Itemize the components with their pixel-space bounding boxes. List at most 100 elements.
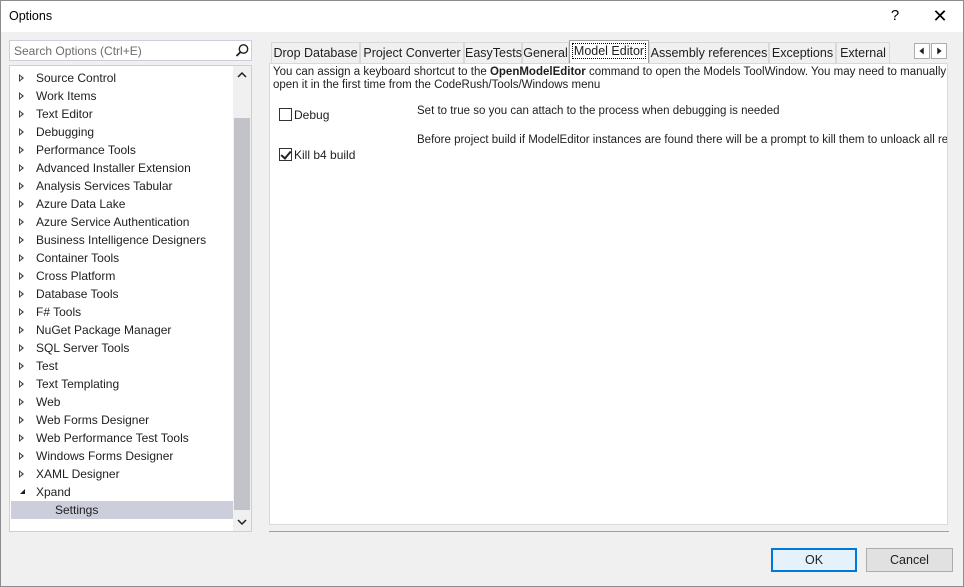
tree-item[interactable]: SQL Server Tools [11,339,233,357]
expand-arrow-icon[interactable] [19,146,24,154]
expand-arrow-icon[interactable] [19,326,24,334]
expand-arrow-icon[interactable] [19,380,24,388]
panel-description: You can assign a keyboard shortcut to th… [273,66,947,91]
tab-label: EasyTests [465,46,522,60]
tab-assembly-references[interactable]: Assembly references [649,42,769,63]
ok-button[interactable]: OK [771,548,857,572]
tree-item-label: Web Performance Test Tools [36,431,189,445]
tree-item[interactable]: Text Editor [11,105,233,123]
expand-arrow-icon[interactable] [19,128,24,136]
search-icon[interactable] [233,42,251,60]
tree-item[interactable]: Work Items [11,87,233,105]
tree-item-label: Performance Tools [36,143,136,157]
tab-label: Project Converter [363,46,461,60]
tree-item[interactable]: Business Intelligence Designers [11,231,233,249]
tab-easytests[interactable]: EasyTests [464,42,522,63]
tree-item-label: Analysis Services Tabular [36,179,173,193]
tree-item[interactable]: Test [11,357,233,375]
tree-item-label: Web [36,395,61,409]
tree-item-label: Azure Data Lake [36,197,126,211]
tree-item-label: Container Tools [36,251,120,265]
expand-arrow-icon[interactable] [19,452,24,460]
tree-item[interactable]: Web Performance Test Tools [11,429,233,447]
search-input[interactable] [10,41,230,60]
tree-item[interactable]: Database Tools [11,285,233,303]
search-box [9,40,252,61]
collapse-arrow-icon[interactable] [20,489,25,494]
tree-item[interactable]: Azure Data Lake [11,195,233,213]
tab-model-editor[interactable]: Model Editor [569,40,649,63]
kill-b4-build-checkbox[interactable] [279,148,292,161]
tree-item-label: Cross Platform [36,269,116,283]
tree-item[interactable]: Xpand [11,483,233,501]
tree-item[interactable]: Performance Tools [11,141,233,159]
tree-scrollbar[interactable] [233,66,251,531]
tree-item[interactable]: Web Forms Designer [11,411,233,429]
expand-arrow-icon[interactable] [19,434,24,442]
title-bar: Options ? ✕ [1,1,963,32]
tree-item[interactable]: Source Control [11,69,233,87]
tab-external[interactable]: External [836,42,890,63]
expand-arrow-icon[interactable] [19,92,24,100]
tree-item-label: Source Control [36,71,117,85]
debug-label[interactable]: Debug [294,108,329,122]
tree-item[interactable]: XAML Designer [11,465,233,483]
tree-item-label: Database Tools [36,287,119,301]
tree-item[interactable]: Windows Forms Designer [11,447,233,465]
options-tree[interactable]: Settings Xpand XAML Designer Windows Forms … [9,65,252,532]
tree-item[interactable]: Container Tools [11,249,233,267]
cancel-button[interactable]: Cancel [866,548,953,572]
expand-arrow-icon[interactable] [19,470,24,478]
tab-drop-database[interactable]: Drop Database [271,42,360,63]
expand-arrow-icon[interactable] [19,254,24,262]
expand-arrow-icon[interactable] [19,110,24,118]
scroll-thumb[interactable] [234,118,250,510]
expand-arrow-icon[interactable] [19,416,24,424]
tab-label: Model Editor [571,43,647,59]
tab-general[interactable]: General [522,42,569,63]
tree-item[interactable]: Web [11,393,233,411]
tree-item-label: Text Editor [36,107,93,121]
expand-arrow-icon[interactable] [19,236,24,244]
command-name: OpenModelEditor [489,66,586,78]
footer-separator [269,531,949,532]
tree-item-label: XAML Designer [36,467,120,481]
tree-item[interactable]: F# Tools [11,303,233,321]
tree-item[interactable]: Advanced Installer Extension [11,159,233,177]
close-button[interactable]: ✕ [918,1,962,32]
kill-b4-build-label[interactable]: Kill b4 build [294,148,355,162]
tree-item[interactable]: NuGet Package Manager [11,321,233,339]
tree-item-label: Debugging [36,125,95,139]
expand-arrow-icon[interactable] [19,290,24,298]
tree-item[interactable]: Azure Service Authentication [11,213,233,231]
tree-item-label: Xpand [36,485,71,499]
tab-scroll-left-icon[interactable] [914,43,930,59]
tree-item[interactable]: Analysis Services Tabular [11,177,233,195]
expand-arrow-icon[interactable] [19,362,24,370]
tree-item-label: Web Forms Designer [36,413,150,427]
expand-arrow-icon[interactable] [19,182,24,190]
tab-project-converter[interactable]: Project Converter [360,42,464,63]
expand-arrow-icon[interactable] [19,218,24,226]
tree-item[interactable]: Debugging [11,123,233,141]
expand-arrow-icon[interactable] [19,398,24,406]
tab-label: Assembly references [650,46,768,60]
expand-arrow-icon[interactable] [19,344,24,352]
expand-arrow-icon[interactable] [19,74,24,82]
tree-item[interactable]: Cross Platform [11,267,233,285]
help-button[interactable]: ? [873,1,917,32]
tree-item[interactable]: Text Templating [11,375,233,393]
scroll-down-icon[interactable] [233,513,251,531]
tab-scroll-right-icon[interactable] [931,43,947,59]
expand-arrow-icon[interactable] [19,272,24,280]
window-title: Options [9,9,53,23]
debug-checkbox[interactable] [279,108,292,121]
options-dialog: Options ? ✕ Settings Xpand XAML Designer Wi… [0,0,964,587]
expand-arrow-icon[interactable] [19,164,24,172]
expand-arrow-icon[interactable] [19,200,24,208]
expand-arrow-icon[interactable] [19,308,24,316]
tab-exceptions[interactable]: Exceptions [769,42,836,63]
tree-item[interactable]: Settings [11,501,233,519]
tree-item-label: Windows Forms Designer [36,449,174,463]
scroll-up-icon[interactable] [233,66,251,84]
